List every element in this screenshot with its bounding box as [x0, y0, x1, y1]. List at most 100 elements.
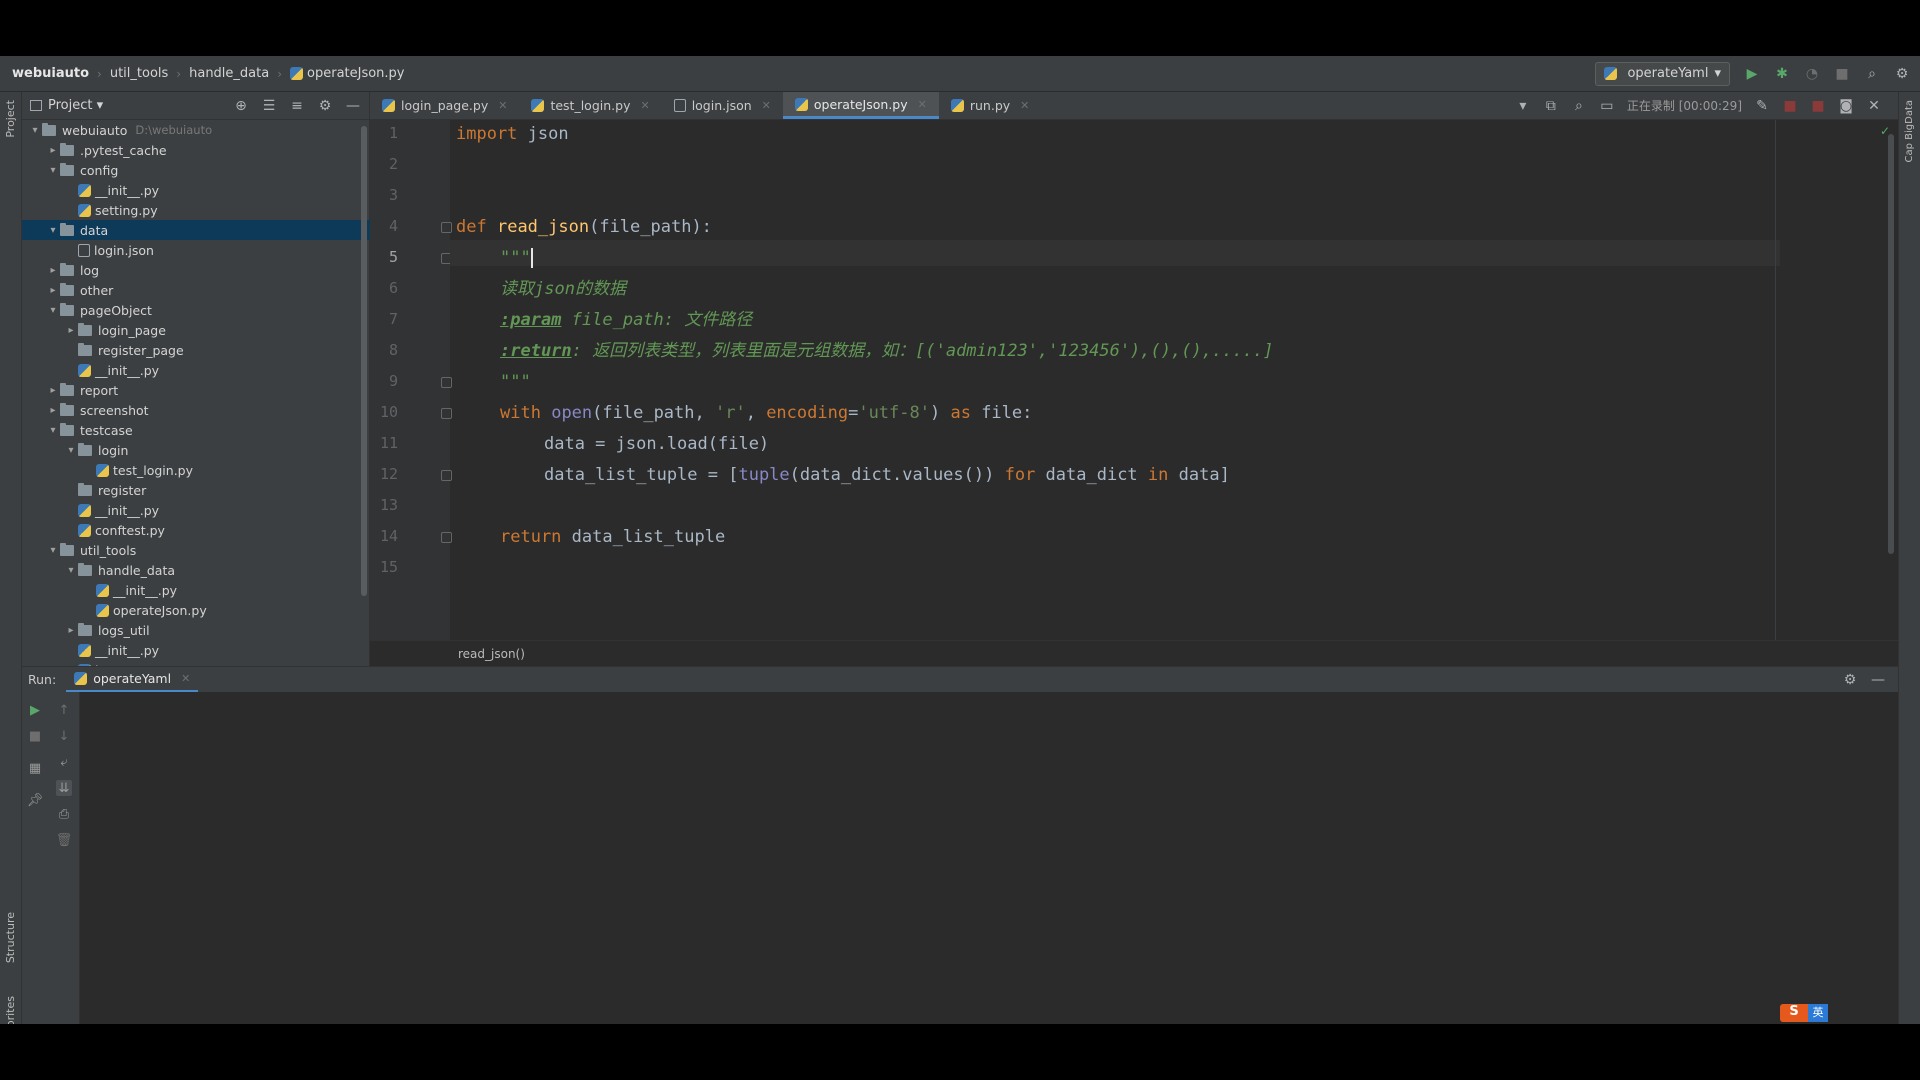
fold-marker-icon[interactable] — [441, 222, 452, 233]
tree-item[interactable]: ▸ .pytest_cache — [22, 140, 370, 160]
right-tool-button[interactable]: Cap BigData — [1904, 100, 1915, 163]
collapse-all-icon[interactable]: ≡ — [289, 98, 305, 114]
tabs-dropdown-icon[interactable]: ▾ — [1515, 98, 1531, 114]
soft-wrap-icon[interactable]: ⤶ — [56, 754, 72, 770]
tree-item[interactable]: ▸ other — [22, 280, 370, 300]
editor-tab[interactable]: test_login.py ✕ — [519, 92, 661, 119]
expand-all-icon[interactable]: ☰ — [261, 98, 277, 114]
tree-item[interactable]: ▸ logs_util — [22, 620, 370, 640]
record-icon[interactable]: ■ — [1782, 98, 1798, 114]
split-icon[interactable]: ⧉ — [1543, 98, 1559, 114]
stop-record-icon[interactable]: ■ — [1810, 98, 1826, 114]
breadcrumb-file[interactable]: operateJson.py — [290, 66, 413, 81]
run-console[interactable]: ▶ ■ ▦ 📌︎ ↑ ↓ ⤶ ⇊ ⎙ 🗑︎ S 英 — [22, 692, 1898, 1024]
code-token: return — [500, 527, 562, 547]
stop-icon[interactable]: ■ — [27, 728, 43, 744]
run-icon[interactable]: ▶ — [1744, 66, 1760, 82]
tree-item[interactable]: ▾ webuiauto D:\webuiauto — [22, 120, 370, 140]
tree-item[interactable]: __init__.py — [22, 360, 370, 380]
gear-icon[interactable]: ⚙ — [1894, 66, 1910, 82]
tree-item[interactable]: ▾ pageObject — [22, 300, 370, 320]
tree-item[interactable]: conftest.py — [22, 520, 370, 540]
code-editor[interactable]: 1 2 3 4 5 6 7 8 9 10 11 12 13 14 15 import json def re… — [370, 120, 1898, 666]
up-arrow-icon[interactable]: ↑ — [56, 702, 72, 718]
rerun-icon[interactable]: ▶ — [27, 702, 43, 718]
search-icon[interactable]: ⌕ — [1571, 98, 1587, 114]
close-icon[interactable]: ✕ — [762, 99, 771, 112]
locate-icon[interactable]: ⊕ — [233, 98, 249, 114]
close-icon[interactable]: ✕ — [640, 99, 649, 112]
gear-icon[interactable]: ⚙ — [1842, 672, 1858, 688]
fold-marker-icon[interactable] — [441, 470, 452, 481]
tree-item[interactable]: ▾ config — [22, 160, 370, 180]
fold-marker-icon[interactable] — [441, 532, 452, 543]
search-icon[interactable]: ⌕ — [1864, 66, 1880, 82]
breadcrumb-util-tools[interactable]: util_tools — [110, 66, 176, 81]
coverage-icon[interactable]: ◔ — [1804, 66, 1820, 82]
tree-item[interactable]: ▾ login — [22, 440, 370, 460]
python-file-icon — [96, 463, 109, 477]
tree-item[interactable]: ▾ handle_data — [22, 560, 370, 580]
breadcrumb-handle-data[interactable]: handle_data — [189, 66, 277, 81]
project-view-select[interactable]: Project ▾ — [30, 98, 103, 113]
tree-item[interactable]: ▾ util_tools — [22, 540, 370, 560]
window-icon[interactable]: ▭ — [1599, 98, 1615, 114]
print-icon[interactable]: ⎙ — [56, 806, 72, 822]
structure-tool-button[interactable]: Structure — [4, 912, 17, 963]
stop-icon[interactable]: ■ — [1834, 66, 1850, 82]
line-number: 10 — [379, 403, 398, 421]
code-token: import — [456, 124, 518, 144]
hide-icon[interactable]: — — [1870, 672, 1886, 688]
scroll-to-end-icon[interactable]: ⇊ — [56, 780, 72, 796]
tree-item[interactable]: register_page — [22, 340, 370, 360]
camera-icon[interactable]: ◙ — [1838, 98, 1854, 114]
tree-item[interactable]: test_login.py — [22, 460, 370, 480]
close-icon[interactable]: ✕ — [498, 99, 507, 112]
project-scrollbar[interactable] — [361, 126, 367, 596]
pen-icon[interactable]: ✎ — [1754, 98, 1770, 114]
close-icon[interactable]: ✕ — [1020, 99, 1029, 112]
editor-scrollbar[interactable] — [1888, 134, 1894, 554]
debug-icon[interactable]: ✱ — [1774, 66, 1790, 82]
run-tab[interactable]: operateYaml ✕ — [66, 667, 199, 693]
code-token: = — [848, 403, 859, 423]
tree-item[interactable]: operateJson.py — [22, 600, 370, 620]
pin-icon[interactable]: 📌︎ — [27, 792, 44, 808]
hide-icon[interactable]: — — [345, 98, 361, 114]
layout-icon[interactable]: ▦ — [27, 760, 43, 776]
close-icon[interactable]: ✕ — [181, 672, 190, 685]
ime-indicator[interactable]: S 英 — [1780, 1004, 1832, 1022]
folder-icon — [60, 302, 74, 316]
editor-tab[interactable]: operateJson.py ✕ — [782, 92, 939, 119]
run-configuration-select[interactable]: operateYaml ▾ — [1595, 61, 1730, 86]
tree-item[interactable]: __init__.py — [22, 500, 370, 520]
tree-item[interactable]: ▸ log — [22, 260, 370, 280]
down-arrow-icon[interactable]: ↓ — [56, 728, 72, 744]
trash-icon[interactable]: 🗑︎ — [56, 832, 73, 848]
tree-item[interactable]: ▾ data — [22, 220, 370, 240]
editor-tab[interactable]: run.py ✕ — [939, 92, 1042, 119]
fold-marker-icon[interactable] — [441, 377, 452, 388]
editor-tab[interactable]: login_page.py ✕ — [370, 92, 519, 119]
close-icon[interactable]: ✕ — [918, 98, 927, 111]
folder-icon — [78, 322, 92, 336]
editor-breadcrumb-function[interactable]: read_json() — [458, 647, 525, 661]
tree-item[interactable]: ▸ login_page — [22, 320, 370, 340]
tree-item[interactable]: login.json — [22, 240, 370, 260]
tree-item[interactable]: ▸ report — [22, 380, 370, 400]
fold-marker-icon[interactable] — [441, 408, 452, 419]
tree-item[interactable]: __init__.py — [22, 640, 370, 660]
project-tool-button[interactable]: Project — [4, 100, 17, 138]
code-content[interactable]: import json def read_json(file_path): ""… — [456, 120, 1273, 580]
breadcrumb-project[interactable]: webuiauto — [12, 66, 97, 81]
tree-item[interactable]: ▾ testcase — [22, 420, 370, 440]
editor-tab[interactable]: login.json ✕ — [662, 92, 783, 119]
tree-item[interactable]: __init__.py — [22, 580, 370, 600]
tree-item[interactable]: __init__.py — [22, 180, 370, 200]
gear-icon[interactable]: ⚙ — [317, 98, 333, 114]
favorites-tool-button[interactable]: Favorites — [4, 996, 17, 1024]
tree-item[interactable]: setting.py — [22, 200, 370, 220]
close-icon[interactable]: ✕ — [1866, 98, 1882, 114]
tree-item[interactable]: ▸ screenshot — [22, 400, 370, 420]
tree-item[interactable]: register — [22, 480, 370, 500]
